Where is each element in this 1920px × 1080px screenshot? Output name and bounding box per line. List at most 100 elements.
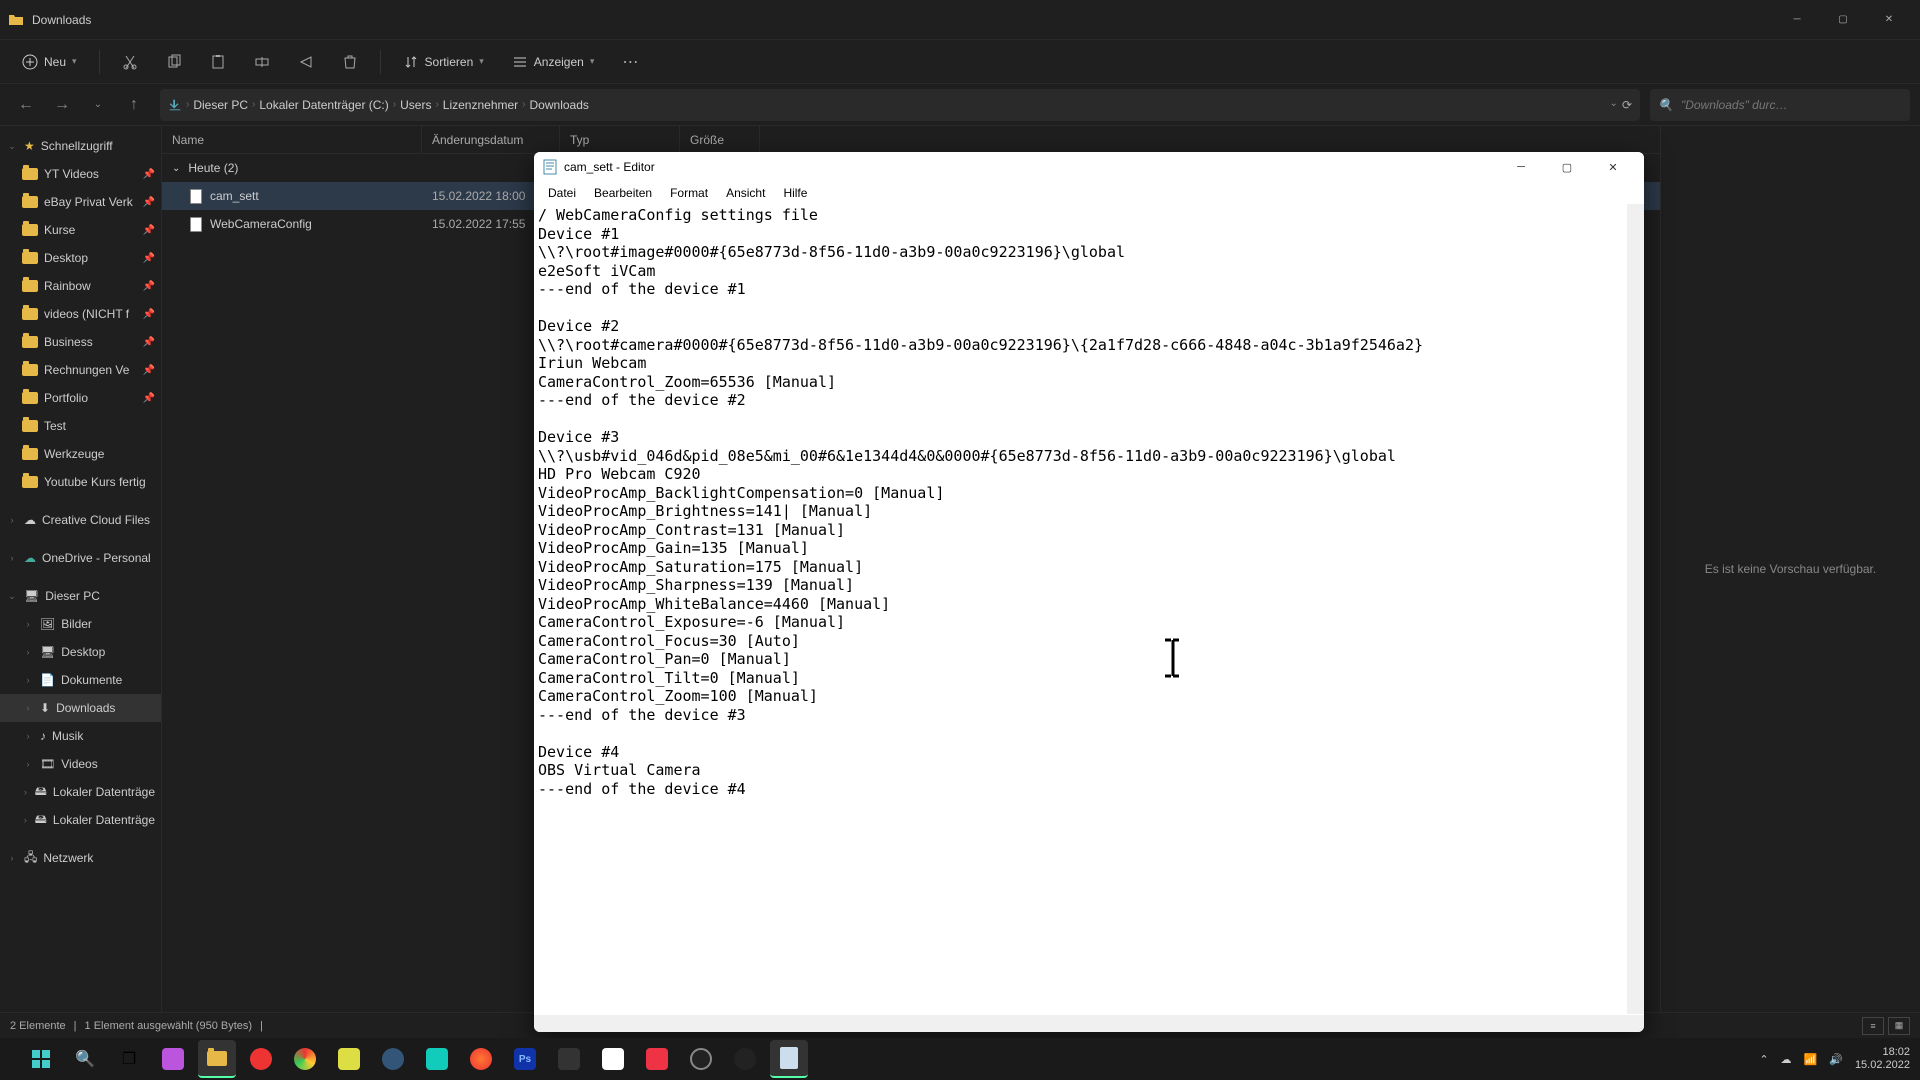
sidebar-item[interactable]: videos (NICHT f📌 bbox=[0, 300, 161, 328]
system-tray: ⌃ ☁ 📶 🔊 18:02 15.02.2022 bbox=[1759, 1046, 1910, 1072]
sidebar-item[interactable]: Werkzeuge bbox=[0, 440, 161, 468]
tray-wifi-icon[interactable]: 📶 bbox=[1804, 1053, 1818, 1066]
taskbar-opera[interactable] bbox=[242, 1040, 280, 1078]
sidebar-item[interactable]: Kurse📌 bbox=[0, 216, 161, 244]
address-bar[interactable]: › Dieser PC› Lokaler Datenträger (C:)› U… bbox=[160, 89, 1640, 121]
sidebar-item[interactable]: Test bbox=[0, 412, 161, 440]
start-button[interactable] bbox=[22, 1040, 60, 1078]
taskbar-app[interactable] bbox=[374, 1040, 412, 1078]
menu-view[interactable]: Ansicht bbox=[718, 184, 773, 202]
taskbar-app[interactable] bbox=[418, 1040, 456, 1078]
new-button[interactable]: Neu ▾ bbox=[12, 46, 87, 78]
sort-button[interactable]: Sortieren ▾ bbox=[393, 46, 494, 78]
breadcrumb[interactable]: Dieser PC bbox=[193, 98, 248, 112]
sidebar-item[interactable]: Rechnungen Ve📌 bbox=[0, 356, 161, 384]
menu-format[interactable]: Format bbox=[662, 184, 716, 202]
notepad-text-area[interactable]: / WebCameraConfig settings file Device #… bbox=[534, 204, 1644, 1032]
sidebar-item[interactable]: ›♪Musik bbox=[0, 722, 161, 750]
sidebar-item[interactable]: Desktop📌 bbox=[0, 244, 161, 272]
breadcrumb[interactable]: Lizenznehmer bbox=[443, 98, 518, 112]
sidebar-item-downloads[interactable]: ›⬇Downloads bbox=[0, 694, 161, 722]
taskbar-explorer[interactable] bbox=[198, 1040, 236, 1078]
share-button[interactable] bbox=[288, 46, 324, 78]
menu-help[interactable]: Hilfe bbox=[775, 184, 815, 202]
paste-button[interactable] bbox=[200, 46, 236, 78]
menu-edit[interactable]: Bearbeiten bbox=[586, 184, 660, 202]
menu-file[interactable]: Datei bbox=[540, 184, 584, 202]
plus-circle-icon bbox=[22, 54, 38, 70]
cut-button[interactable] bbox=[112, 46, 148, 78]
nav-forward[interactable]: → bbox=[46, 89, 78, 121]
sidebar-item[interactable]: ›🖴Lokaler Datenträge bbox=[0, 778, 161, 806]
folder-icon bbox=[22, 448, 38, 460]
col-name[interactable]: Name bbox=[162, 126, 422, 153]
sidebar-item[interactable]: ›📄Dokumente bbox=[0, 666, 161, 694]
sidebar-item[interactable]: Business📌 bbox=[0, 328, 161, 356]
video-icon: 🎞 bbox=[40, 757, 55, 771]
taskbar-app[interactable] bbox=[726, 1040, 764, 1078]
view-details-button[interactable]: ≡ bbox=[1862, 1017, 1884, 1035]
sidebar-item[interactable]: Rainbow📌 bbox=[0, 272, 161, 300]
taskbar-obs[interactable] bbox=[682, 1040, 720, 1078]
sidebar-item[interactable]: Portfolio📌 bbox=[0, 384, 161, 412]
scrollbar-horizontal[interactable] bbox=[534, 1015, 1627, 1032]
taskbar-app[interactable] bbox=[638, 1040, 676, 1078]
taskbar-clock[interactable]: 18:02 15.02.2022 bbox=[1855, 1046, 1910, 1072]
taskbar-app[interactable] bbox=[594, 1040, 632, 1078]
sidebar-item[interactable]: Youtube Kurs fertig bbox=[0, 468, 161, 496]
taskbar-chrome[interactable] bbox=[286, 1040, 324, 1078]
notepad-minimize[interactable]: ─ bbox=[1498, 152, 1544, 182]
sidebar-item[interactable]: YT Videos📌 bbox=[0, 160, 161, 188]
refresh-icon[interactable]: ⟳ bbox=[1622, 98, 1632, 112]
taskbar-search[interactable]: 🔍 bbox=[66, 1040, 104, 1078]
view-button[interactable]: Anzeigen ▾ bbox=[502, 46, 605, 78]
copy-button[interactable] bbox=[156, 46, 192, 78]
pin-icon: 📌 bbox=[143, 365, 155, 376]
taskbar-app[interactable] bbox=[154, 1040, 192, 1078]
tray-volume-icon[interactable]: 🔊 bbox=[1829, 1053, 1843, 1066]
taskbar-firefox[interactable] bbox=[462, 1040, 500, 1078]
taskbar-taskview[interactable]: ❐ bbox=[110, 1040, 148, 1078]
col-size[interactable]: Größe bbox=[680, 126, 760, 153]
sidebar-item[interactable]: ›🖥Desktop bbox=[0, 638, 161, 666]
sidebar-item[interactable]: ›🖴Lokaler Datenträge bbox=[0, 806, 161, 834]
sidebar-item[interactable]: ›🎞Videos bbox=[0, 750, 161, 778]
notepad-icon bbox=[542, 159, 558, 175]
pin-icon: 📌 bbox=[143, 197, 155, 208]
nav-back[interactable]: ← bbox=[10, 89, 42, 121]
tray-chevron-icon[interactable]: ⌃ bbox=[1759, 1053, 1768, 1066]
delete-button[interactable] bbox=[332, 46, 368, 78]
nav-up-chevron[interactable]: ⌄ bbox=[82, 89, 114, 121]
sidebar-network[interactable]: ›🖧Netzwerk bbox=[0, 844, 161, 872]
explorer-close[interactable]: ✕ bbox=[1866, 4, 1912, 36]
folder-icon bbox=[22, 196, 38, 208]
breadcrumb[interactable]: Users bbox=[400, 98, 431, 112]
sidebar-item[interactable]: eBay Privat Verk📌 bbox=[0, 188, 161, 216]
tray-onedrive-icon[interactable]: ☁ bbox=[1781, 1053, 1792, 1066]
taskbar-photoshop[interactable]: Ps bbox=[506, 1040, 544, 1078]
sidebar-this-pc[interactable]: ⌄🖥Dieser PC bbox=[0, 582, 161, 610]
scrollbar-vertical[interactable] bbox=[1627, 204, 1644, 1014]
rename-button[interactable] bbox=[244, 46, 280, 78]
notepad-close[interactable]: ✕ bbox=[1590, 152, 1636, 182]
sidebar-quick-access[interactable]: ⌄★Schnellzugriff bbox=[0, 132, 161, 160]
more-button[interactable]: ⋯ bbox=[612, 46, 648, 78]
breadcrumb[interactable]: Downloads bbox=[530, 98, 589, 112]
search-input[interactable]: 🔍 "Downloads" durc… bbox=[1650, 89, 1910, 121]
nav-up[interactable]: ↑ bbox=[118, 89, 150, 121]
sidebar-creative-cloud[interactable]: ›☁Creative Cloud Files bbox=[0, 506, 161, 534]
col-date[interactable]: Änderungsdatum bbox=[422, 126, 560, 153]
chevron-down-icon[interactable]: ⌄ bbox=[1610, 98, 1618, 112]
breadcrumb[interactable]: Lokaler Datenträger (C:) bbox=[259, 98, 388, 112]
taskbar-notepad[interactable] bbox=[770, 1040, 808, 1078]
explorer-maximize[interactable]: ▢ bbox=[1820, 4, 1866, 36]
taskbar-app[interactable] bbox=[550, 1040, 588, 1078]
folder-icon bbox=[22, 252, 38, 264]
taskbar-app[interactable] bbox=[330, 1040, 368, 1078]
notepad-maximize[interactable]: ▢ bbox=[1544, 152, 1590, 182]
sidebar-item[interactable]: ›🖼Bilder bbox=[0, 610, 161, 638]
explorer-minimize[interactable]: ─ bbox=[1774, 4, 1820, 36]
col-type[interactable]: Typ bbox=[560, 126, 680, 153]
view-large-button[interactable]: ▦ bbox=[1888, 1017, 1910, 1035]
sidebar-onedrive[interactable]: ›☁OneDrive - Personal bbox=[0, 544, 161, 572]
